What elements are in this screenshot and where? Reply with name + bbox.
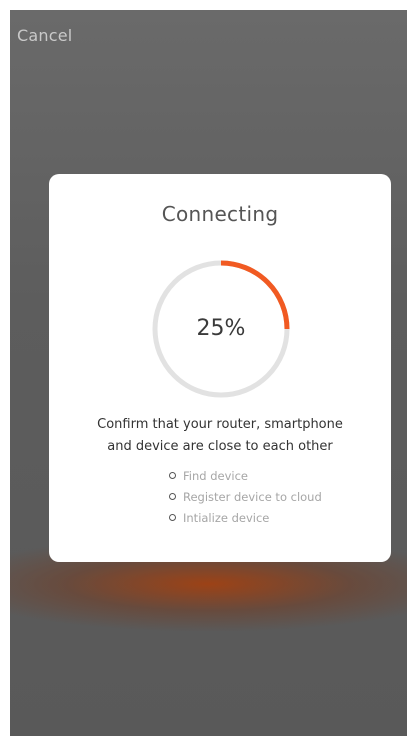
- step-label: Find device: [183, 469, 248, 483]
- connecting-dialog: Connecting 25% Confirm that your router,…: [49, 174, 391, 562]
- step-item-initialize-device: Intialize device: [169, 508, 322, 529]
- step-item-register-device: Register device to cloud: [169, 487, 322, 508]
- step-label: Register device to cloud: [183, 490, 322, 504]
- dialog-title: Connecting: [161, 202, 279, 226]
- progress-percent-label: 25%: [196, 316, 246, 341]
- circle-bullet-icon: [169, 493, 176, 500]
- instruction-line-1: Confirm that your router, smartphone: [97, 417, 343, 432]
- step-item-find-device: Find device: [169, 466, 322, 487]
- instruction-line-2: and device are close to each other: [107, 439, 333, 454]
- circle-bullet-icon: [169, 514, 176, 521]
- instruction-message: Confirm that your router, smartphone and…: [49, 414, 391, 458]
- step-label: Intialize device: [183, 511, 270, 525]
- connection-steps-list: Find device Register device to cloud Int…: [169, 466, 322, 529]
- cancel-button[interactable]: Cancel: [17, 26, 72, 45]
- circle-bullet-icon: [169, 472, 176, 479]
- app-screen: Cancel Connecting 25% Confirm that your …: [10, 10, 407, 736]
